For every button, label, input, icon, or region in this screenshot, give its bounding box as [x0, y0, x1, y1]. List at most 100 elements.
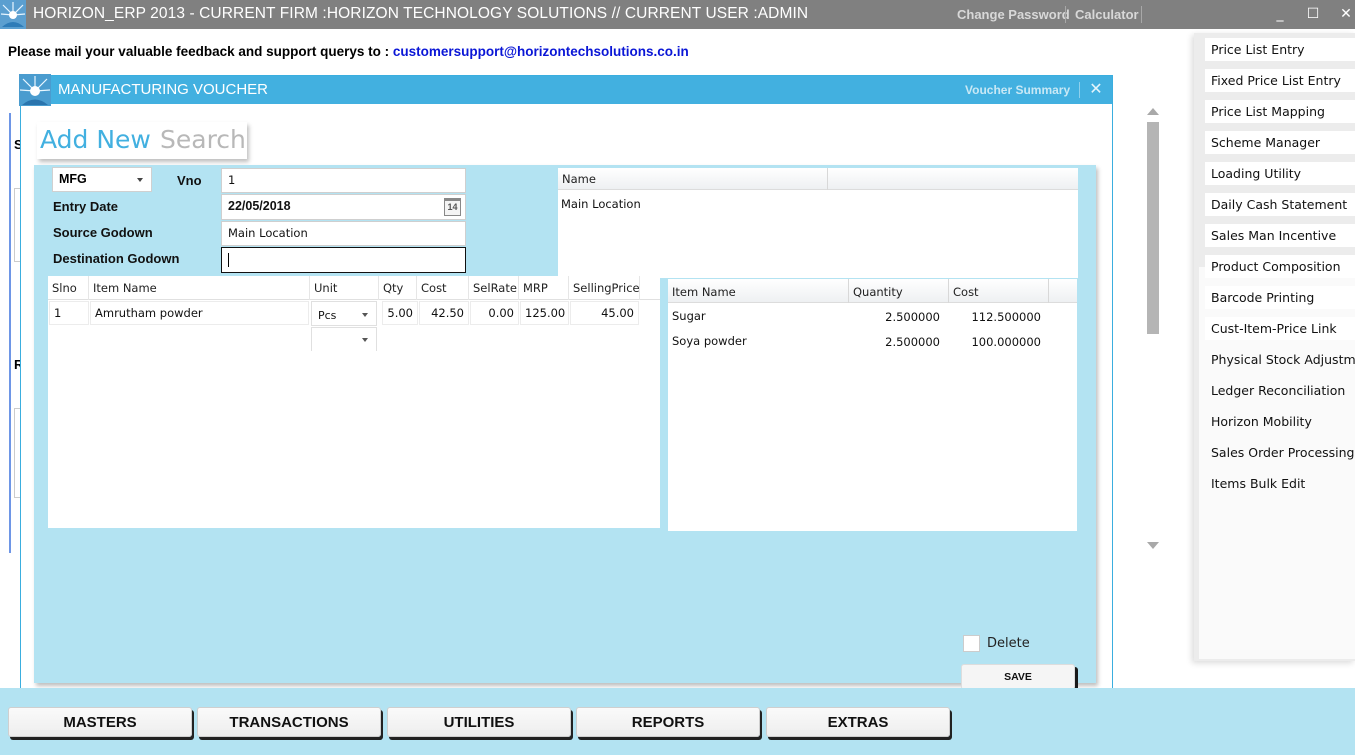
cell-quantity: 2.500000 [885, 335, 940, 349]
unit-value: Pcs [318, 309, 337, 322]
separator [1065, 6, 1066, 23]
column-header-selrate[interactable]: SelRate [469, 276, 519, 300]
vno-input[interactable]: 1 [221, 168, 466, 193]
change-password-link[interactable]: Change Password [957, 7, 1070, 22]
bottom-navigation: MASTERS TRANSACTIONS UTILITIES REPORTS E… [0, 688, 1355, 755]
utilities-menu-panel: Price List Entry Fixed Price List Entry … [1194, 33, 1355, 661]
voucher-type-select[interactable]: MFG [52, 167, 152, 192]
column-header-item-name[interactable]: Item Name [668, 279, 849, 303]
cell-slno[interactable]: 1 [49, 301, 89, 325]
composition-grid-header: Item Name Quantity Cost [668, 279, 1077, 303]
column-header-unit[interactable]: Unit [310, 276, 379, 300]
nav-reports-button[interactable]: REPORTS [576, 707, 760, 737]
column-header-name[interactable]: Name [558, 168, 828, 190]
items-grid-header: Slno Item Name Unit Qty Cost SelRate MRP… [48, 276, 660, 300]
cell-item-name: Soya powder [672, 334, 747, 348]
calendar-icon[interactable]: 14 [444, 198, 461, 216]
feedback-message: Please mail your valuable feedback and s… [8, 44, 689, 59]
dialog-title: MANUFACTURING VOUCHER [58, 81, 269, 98]
menu-item-sales-order-processing[interactable]: Sales Order Processing [1205, 441, 1355, 464]
title-bar: HORIZON_ERP 2013 - CURRENT FIRM :HORIZON… [0, 0, 1355, 29]
menu-item-fixed-price-list-entry[interactable]: Fixed Price List Entry [1205, 69, 1355, 92]
nav-extras-button[interactable]: EXTRAS [766, 707, 950, 737]
save-button[interactable]: SAVE [961, 664, 1075, 690]
menu-item-physical-stock-adjustment[interactable]: Physical Stock Adjustment [1205, 348, 1355, 371]
text-caret [228, 253, 229, 267]
column-header-cost[interactable]: Cost [417, 276, 469, 300]
cell-quantity: 2.500000 [885, 310, 940, 324]
chevron-down-icon [362, 313, 368, 317]
nav-transactions-button[interactable]: TRANSACTIONS [197, 707, 381, 737]
column-header-slno[interactable]: Slno [48, 276, 89, 300]
nav-utilities-button[interactable]: UTILITIES [387, 707, 571, 737]
checkbox-box[interactable] [963, 635, 980, 652]
maximize-icon[interactable]: ☐ [1303, 4, 1323, 24]
menu-item-product-composition[interactable]: Product Composition [1205, 255, 1355, 278]
cell-cost[interactable]: 42.50 [419, 301, 469, 325]
menu-item-cust-item-price-link[interactable]: Cust-Item-Price Link [1205, 317, 1355, 340]
tab-search[interactable]: Search [160, 122, 246, 158]
column-header-blank [1049, 279, 1079, 303]
voucher-type-value: MFG [59, 172, 87, 186]
composition-grid: Item Name Quantity Cost Sugar 2.500000 1… [666, 279, 1077, 531]
cell-unit-select[interactable]: Pcs [311, 301, 377, 326]
column-header-quantity[interactable]: Quantity [849, 279, 949, 303]
dialog-header: MANUFACTURING VOUCHER Voucher Summary ✕ [19, 74, 1112, 106]
chevron-down-icon [137, 178, 143, 182]
godown-grid: Name Main Location [558, 168, 1078, 278]
destination-godown-label: Destination Godown [53, 251, 180, 266]
vno-label: Vno [177, 173, 202, 188]
new-row-unit-select[interactable] [311, 327, 377, 351]
scroll-thumb[interactable] [1147, 122, 1159, 334]
menu-item-sales-man-incentive[interactable]: Sales Man Incentive [1205, 224, 1355, 247]
column-header-mrp[interactable]: MRP [519, 276, 569, 300]
minimize-icon[interactable]: _ [1270, 4, 1290, 24]
delete-label: Delete [987, 636, 1030, 651]
column-header-cost[interactable]: Cost [949, 279, 1049, 303]
source-godown-input[interactable]: Main Location [221, 221, 466, 246]
entry-date-picker[interactable]: 22/05/2018 14 [221, 194, 466, 220]
cell-selrate[interactable]: 0.00 [470, 301, 519, 325]
cell-mrp[interactable]: 125.00 [520, 301, 569, 325]
feedback-text: Please mail your valuable feedback and s… [8, 44, 393, 59]
voucher-summary-link[interactable]: Voucher Summary [965, 83, 1070, 97]
close-icon[interactable]: ✕ [1336, 4, 1355, 24]
app-logo-icon [0, 0, 26, 29]
separator [1141, 6, 1142, 23]
calculator-link[interactable]: Calculator [1075, 7, 1139, 22]
menu-item-barcode-printing[interactable]: Barcode Printing [1205, 286, 1355, 309]
nav-masters-button[interactable]: MASTERS [8, 707, 192, 737]
menu-item-ledger-reconciliation[interactable]: Ledger Reconciliation [1205, 379, 1355, 402]
menu-item-loading-utility[interactable]: Loading Utility [1205, 162, 1355, 185]
dialog-logo-icon [19, 74, 51, 106]
source-godown-label: Source Godown [53, 225, 153, 240]
column-header-selling-price[interactable]: SellingPrice [569, 276, 640, 300]
menu-item-price-list-entry[interactable]: Price List Entry [1205, 38, 1355, 61]
dialog-close-icon[interactable]: ✕ [1087, 79, 1105, 99]
entry-date-label: Entry Date [53, 199, 119, 214]
tab-add-new[interactable]: Add New [40, 122, 151, 158]
destination-godown-input[interactable] [221, 247, 466, 273]
cell-item-name: Sugar [672, 309, 706, 323]
menu-item-daily-cash-statement[interactable]: Daily Cash Statement [1205, 193, 1355, 216]
menu-item-items-bulk-edit[interactable]: Items Bulk Edit [1205, 472, 1355, 495]
cell-qty[interactable]: 5.00 [382, 301, 418, 325]
items-grid: Slno Item Name Unit Qty Cost SelRate MRP… [48, 276, 660, 528]
scroll-up-icon[interactable] [1147, 108, 1159, 115]
menu-item-scheme-manager[interactable]: Scheme Manager [1205, 131, 1355, 154]
cell-selling-price[interactable]: 45.00 [570, 301, 639, 325]
column-header-blank [828, 168, 1078, 190]
cell-cost: 100.000000 [971, 335, 1041, 349]
menu-item-price-list-mapping[interactable]: Price List Mapping [1205, 100, 1355, 123]
voucher-work-area: MFG Vno 1 Entry Date 22/05/2018 14 Sourc… [34, 165, 1096, 726]
column-header-qty[interactable]: Qty [379, 276, 417, 300]
vertical-scrollbar[interactable] [1144, 108, 1162, 552]
godown-row-name[interactable]: Main Location [561, 197, 641, 211]
support-email-link[interactable]: customersupport@horizontechsolutions.co.… [393, 44, 689, 59]
chevron-down-icon [362, 338, 368, 342]
entry-date-value: 22/05/2018 [228, 199, 291, 213]
cell-item-name[interactable]: Amrutham powder [90, 301, 309, 325]
scroll-down-icon[interactable] [1147, 542, 1159, 549]
menu-item-horizon-mobility[interactable]: Horizon Mobility [1205, 410, 1355, 433]
column-header-item-name[interactable]: Item Name [89, 276, 310, 300]
